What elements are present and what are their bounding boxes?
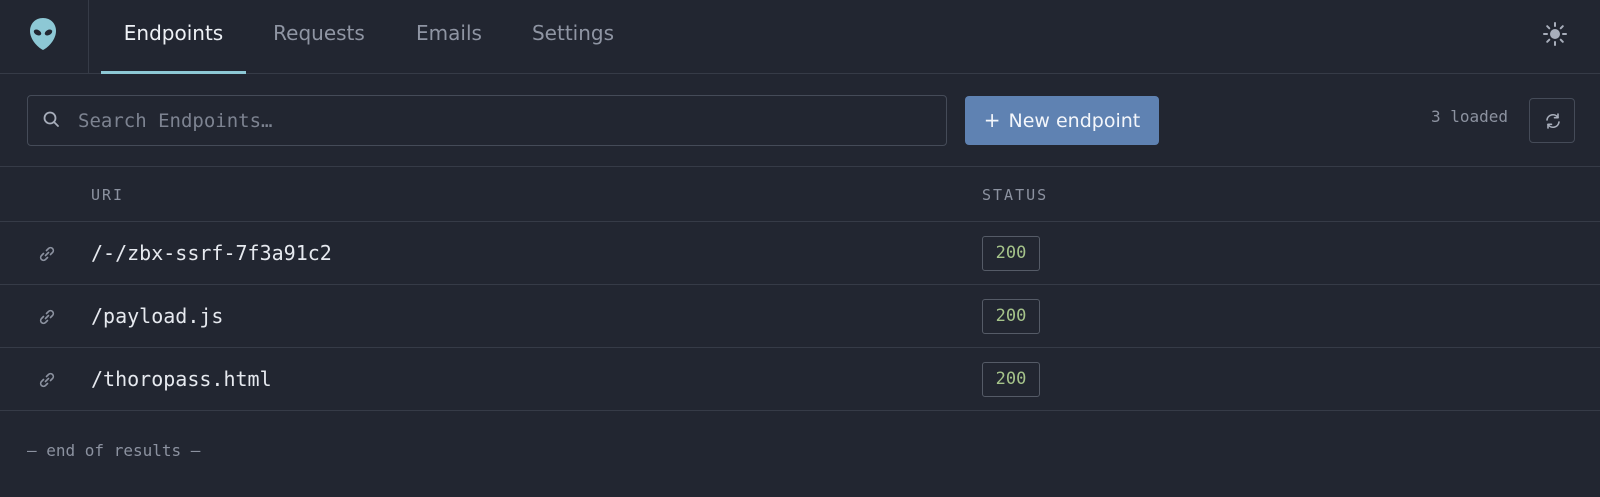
tab-requests[interactable]: Requests [261,0,377,73]
column-header-status: STATUS [982,186,1049,204]
table-row[interactable]: /payload.js 200 [0,285,1600,348]
link-icon[interactable] [37,370,57,390]
refresh-button[interactable] [1529,98,1575,143]
alien-icon [30,18,56,50]
tab-label: Requests [273,21,365,45]
tab-endpoints[interactable]: Endpoints [101,0,246,74]
table-row[interactable]: /thoropass.html 200 [0,348,1600,411]
tab-emails[interactable]: Emails [407,0,491,73]
endpoint-uri[interactable]: /payload.js [91,304,223,328]
new-endpoint-button[interactable]: + New endpoint [965,96,1159,145]
sun-icon [1543,22,1567,46]
tab-label: Emails [416,21,482,45]
theme-toggle-button[interactable] [1541,20,1569,48]
link-icon[interactable] [37,307,57,327]
top-nav: Endpoints Requests Emails Settings [0,0,1600,74]
tab-label: Settings [531,21,615,45]
search-input[interactable] [76,96,936,145]
table-row[interactable]: /-/zbx-ssrf-7f3a91c2 200 [0,222,1600,285]
tab-label: Endpoints [123,21,224,45]
status-badge: 200 [982,236,1040,271]
toolbar: + New endpoint 3 loaded [0,74,1600,167]
plus-icon: + [983,108,1001,132]
search-box[interactable] [27,95,947,146]
link-icon[interactable] [37,244,57,264]
status-badge: 200 [982,299,1040,334]
end-of-results-note: — end of results — [27,441,201,460]
logo[interactable] [0,0,89,73]
refresh-icon [1546,113,1560,129]
endpoint-uri[interactable]: /-/zbx-ssrf-7f3a91c2 [91,241,332,265]
status-badge: 200 [982,362,1040,397]
new-endpoint-label: New endpoint [1008,110,1141,132]
endpoint-uri[interactable]: /thoropass.html [91,367,272,391]
loaded-count: 3 loaded [1430,107,1508,126]
tab-settings[interactable]: Settings [525,0,621,73]
table-header: URI STATUS [0,167,1600,222]
column-header-uri: URI [91,186,125,204]
search-icon [43,111,59,127]
